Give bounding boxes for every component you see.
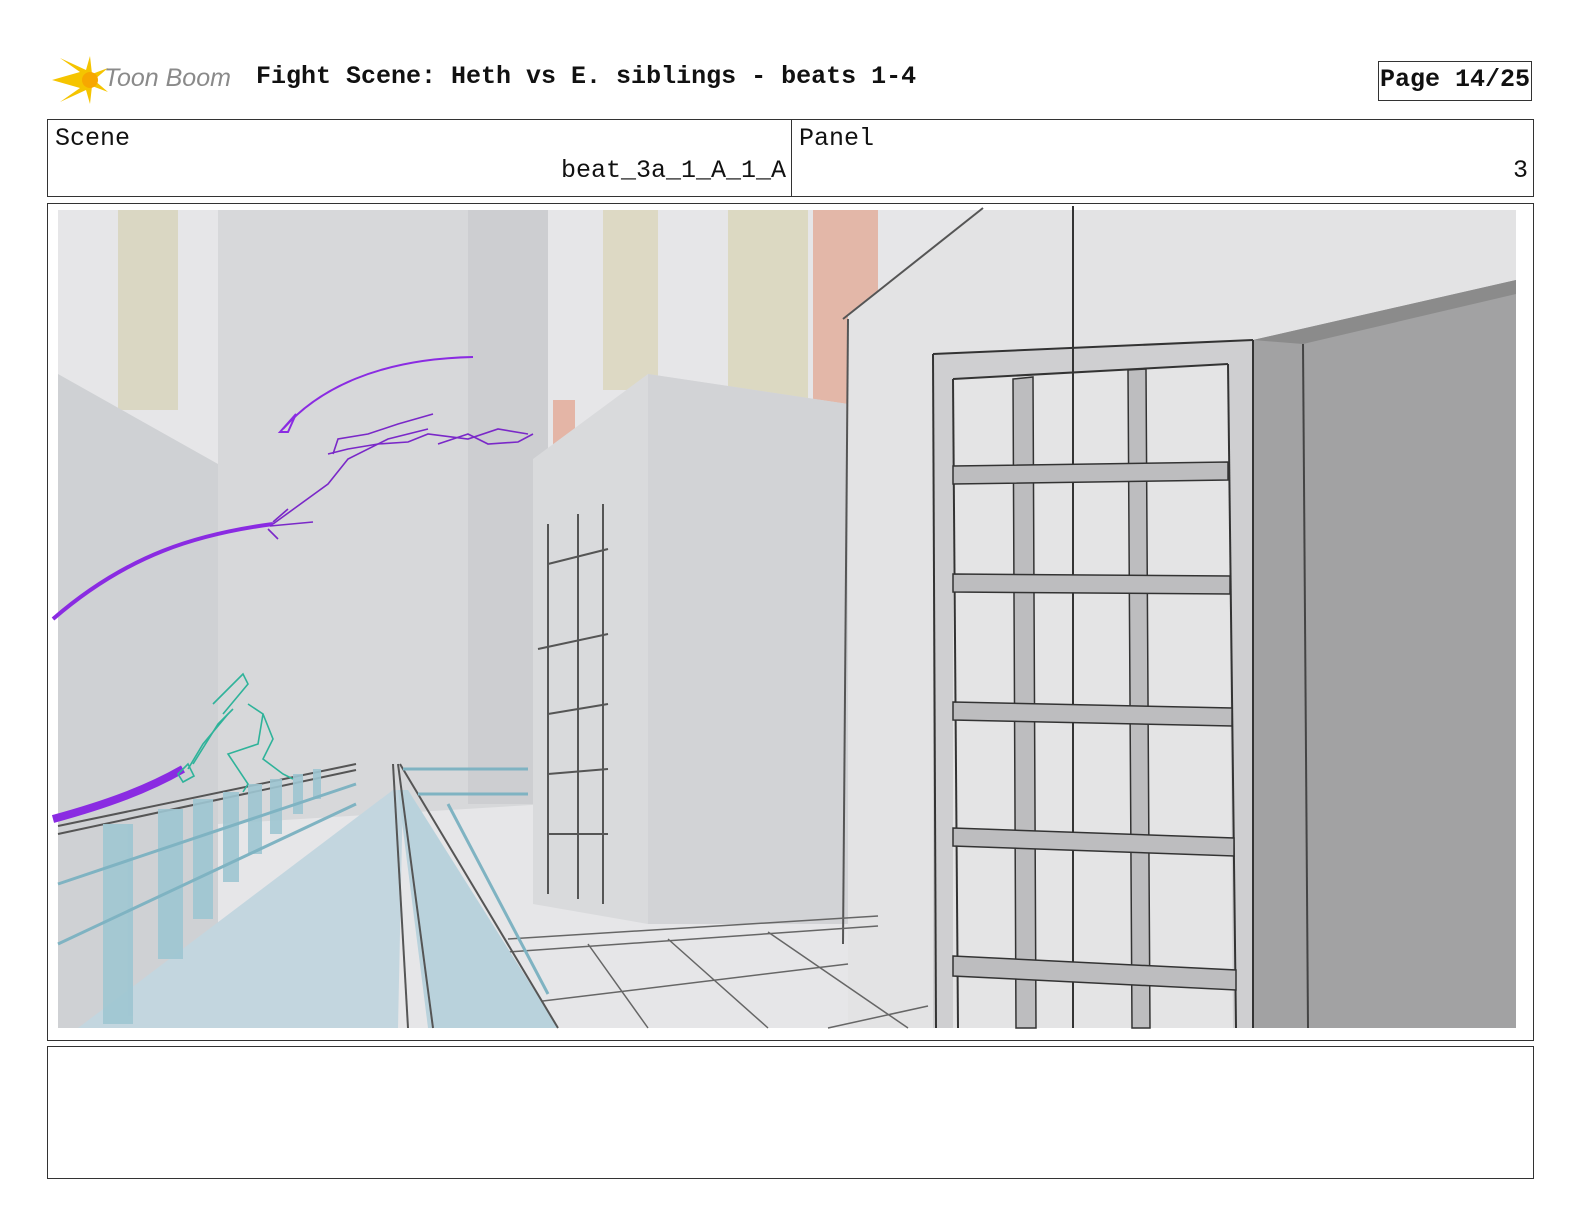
storyboard-frame: [47, 203, 1534, 1041]
document-title: Fight Scene: Heth vs E. siblings - beats…: [256, 62, 917, 91]
logo-text: Toon Boom: [104, 64, 231, 92]
star-burst-icon: [52, 56, 108, 104]
toon-boom-logo: Toon Boom: [50, 54, 240, 108]
panel-value: 3: [1512, 156, 1528, 185]
scene-value: beat_3a_1_A_1_A: [560, 156, 786, 185]
page-number: Page 14/25: [1378, 61, 1532, 101]
panel-cell: Panel 3: [792, 120, 1533, 196]
scene-cell: Scene beat_3a_1_A_1_A: [48, 120, 792, 196]
storyboard-drawing: [51, 206, 1516, 1029]
panel-notes: [47, 1046, 1534, 1179]
scene-label: Scene: [55, 124, 131, 153]
panel-label: Panel: [799, 124, 875, 153]
scene-panel-info: Scene beat_3a_1_A_1_A Panel 3: [47, 119, 1534, 197]
